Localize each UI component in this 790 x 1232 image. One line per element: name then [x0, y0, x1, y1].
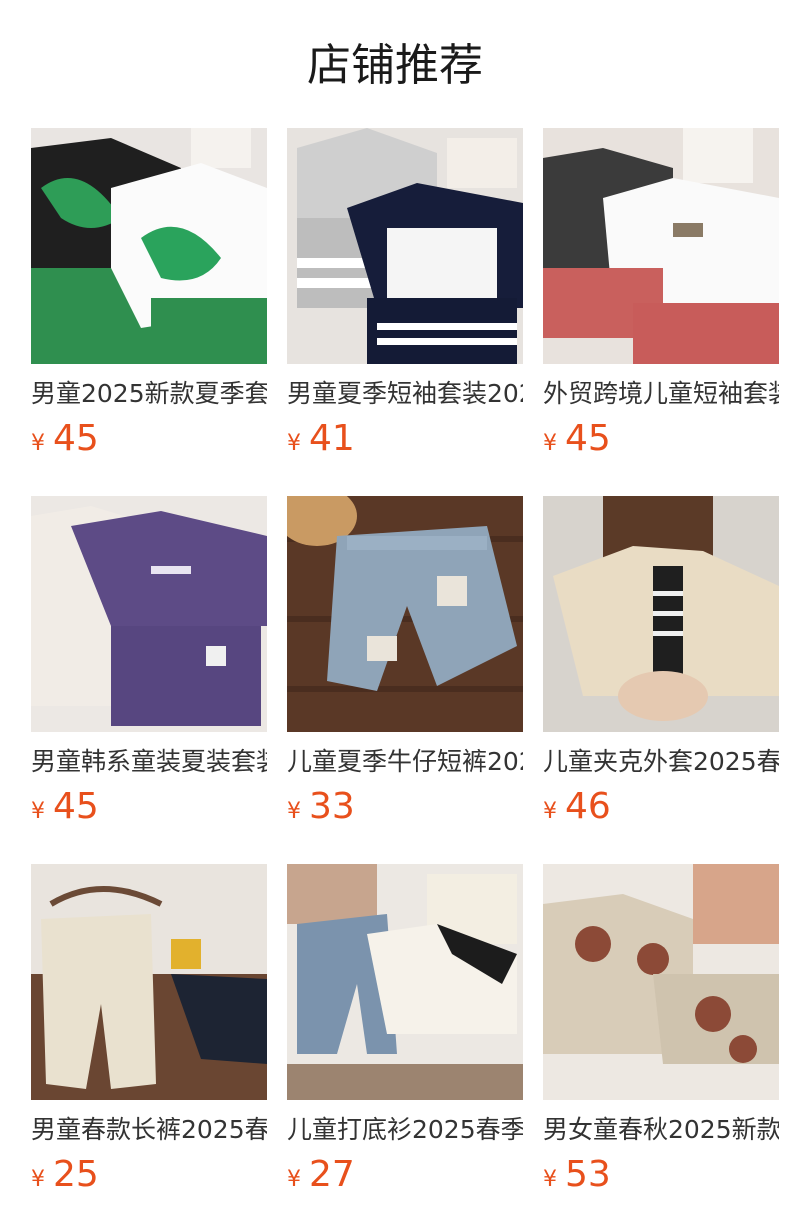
- product-image[interactable]: [287, 128, 523, 364]
- product-card[interactable]: 儿童夏季牛仔短裤2025 ¥ 33: [287, 496, 523, 827]
- product-name[interactable]: 男童春款长裤2025春季: [31, 1114, 267, 1146]
- price-value: 25: [53, 1154, 99, 1195]
- product-price: ¥ 25: [31, 1154, 267, 1195]
- product-card[interactable]: 男童2025新款夏季套装 ¥ 45: [31, 128, 267, 459]
- price-value: 45: [53, 786, 99, 827]
- product-name[interactable]: 儿童打底衫2025春季新: [287, 1114, 523, 1146]
- product-card[interactable]: 男女童春秋2025新款套 ¥ 53: [543, 864, 779, 1195]
- currency-symbol: ¥: [543, 1167, 557, 1192]
- price-value: 33: [309, 786, 355, 827]
- product-name[interactable]: 男童韩系童装夏装套装: [31, 746, 267, 778]
- product-image[interactable]: [31, 128, 267, 364]
- section-title: 店铺推荐: [307, 40, 483, 91]
- product-card[interactable]: 男童韩系童装夏装套装 ¥ 45: [31, 496, 267, 827]
- product-card[interactable]: 儿童夹克外套2025春秋 ¥ 46: [543, 496, 779, 827]
- product-image[interactable]: [543, 496, 779, 732]
- product-card[interactable]: 儿童打底衫2025春季新 ¥ 27: [287, 864, 523, 1195]
- price-value: 53: [565, 1154, 611, 1195]
- currency-symbol: ¥: [287, 799, 301, 824]
- product-card[interactable]: 外贸跨境儿童短袖套装 ¥ 45: [543, 128, 779, 459]
- product-name[interactable]: 儿童夹克外套2025春秋: [543, 746, 779, 778]
- currency-symbol: ¥: [543, 799, 557, 824]
- product-image[interactable]: [543, 128, 779, 364]
- currency-symbol: ¥: [287, 431, 301, 456]
- product-price: ¥ 46: [543, 786, 779, 827]
- product-image[interactable]: [287, 496, 523, 732]
- product-price: ¥ 27: [287, 1154, 523, 1195]
- price-value: 41: [309, 418, 355, 459]
- product-card[interactable]: 男童春款长裤2025春季 ¥ 25: [31, 864, 267, 1195]
- product-name[interactable]: 外贸跨境儿童短袖套装: [543, 378, 779, 410]
- price-value: 27: [309, 1154, 355, 1195]
- product-card[interactable]: 男童夏季短袖套装2025 ¥ 41: [287, 128, 523, 459]
- product-image[interactable]: [31, 864, 267, 1100]
- product-name[interactable]: 儿童夏季牛仔短裤2025: [287, 746, 523, 778]
- product-name[interactable]: 男童夏季短袖套装2025: [287, 378, 523, 410]
- product-price: ¥ 45: [31, 418, 267, 459]
- price-value: 45: [565, 418, 611, 459]
- product-image[interactable]: [31, 496, 267, 732]
- price-value: 45: [53, 418, 99, 459]
- currency-symbol: ¥: [31, 799, 45, 824]
- product-name[interactable]: 男女童春秋2025新款套: [543, 1114, 779, 1146]
- product-image[interactable]: [287, 864, 523, 1100]
- currency-symbol: ¥: [287, 1167, 301, 1192]
- currency-symbol: ¥: [543, 431, 557, 456]
- product-image[interactable]: [543, 864, 779, 1100]
- product-price: ¥ 45: [543, 418, 779, 459]
- currency-symbol: ¥: [31, 1167, 45, 1192]
- product-name[interactable]: 男童2025新款夏季套装: [31, 378, 267, 410]
- product-price: ¥ 41: [287, 418, 523, 459]
- product-price: ¥ 33: [287, 786, 523, 827]
- product-price: ¥ 45: [31, 786, 267, 827]
- currency-symbol: ¥: [31, 431, 45, 456]
- product-price: ¥ 53: [543, 1154, 779, 1195]
- price-value: 46: [565, 786, 611, 827]
